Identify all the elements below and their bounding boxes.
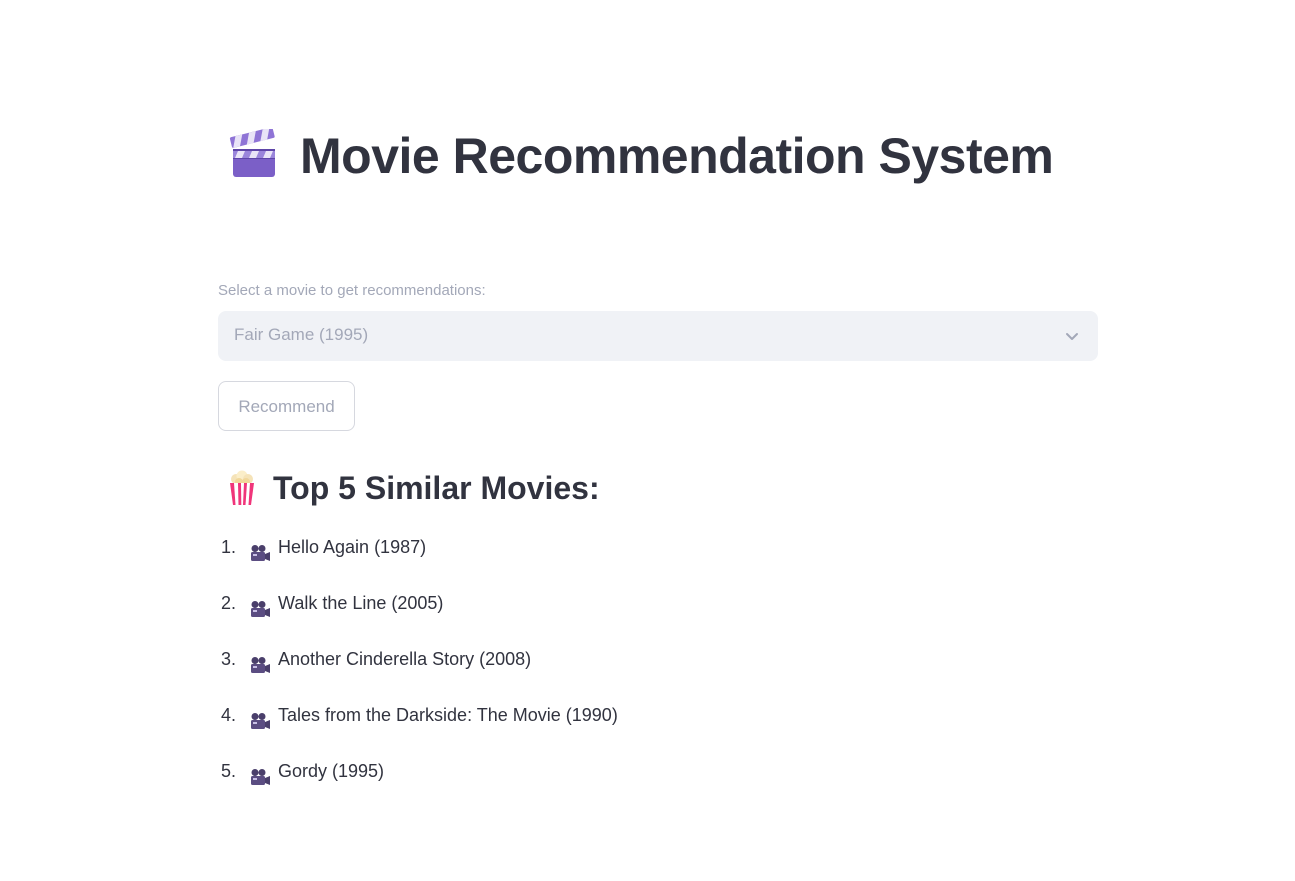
recommend-button[interactable]: Recommend bbox=[218, 381, 355, 431]
movie-camera-icon bbox=[249, 651, 271, 673]
movie-camera-icon bbox=[249, 539, 271, 561]
list-item-title: Another Cinderella Story (2008) bbox=[278, 649, 532, 669]
list-item-title: Hello Again (1987) bbox=[278, 537, 427, 557]
movie-select-label: Select a movie to get recommendations: bbox=[218, 282, 486, 299]
popcorn-icon bbox=[227, 470, 257, 506]
results-heading-text: Top 5 Similar Movies: bbox=[273, 470, 600, 506]
movie-camera-icon bbox=[249, 763, 271, 785]
movie-camera-icon bbox=[249, 595, 271, 617]
movie-select[interactable]: Fair Game (1995) bbox=[218, 311, 1098, 361]
list-item-number: 4. bbox=[221, 705, 237, 725]
page-title-text: Movie Recommendation System bbox=[300, 128, 1054, 184]
page-title: Movie Recommendation System bbox=[218, 124, 1098, 188]
list-item-title: Gordy (1995) bbox=[278, 761, 385, 781]
list-item-number: 3. bbox=[221, 649, 237, 669]
list-item-number: 2. bbox=[221, 593, 237, 613]
list-item-title: Walk the Line (2005) bbox=[278, 593, 444, 613]
movie-select-value: Fair Game (1995) bbox=[234, 325, 369, 344]
list-item-title: Tales from the Darkside: The Movie (1990… bbox=[278, 705, 618, 725]
movie-camera-icon bbox=[249, 707, 271, 729]
list-item-number: 1. bbox=[221, 537, 237, 557]
list-item-number: 5. bbox=[221, 761, 237, 781]
results-heading: Top 5 Similar Movies: bbox=[218, 466, 600, 510]
clapper-board-icon bbox=[228, 127, 278, 179]
chevron-down-icon bbox=[1064, 328, 1080, 344]
